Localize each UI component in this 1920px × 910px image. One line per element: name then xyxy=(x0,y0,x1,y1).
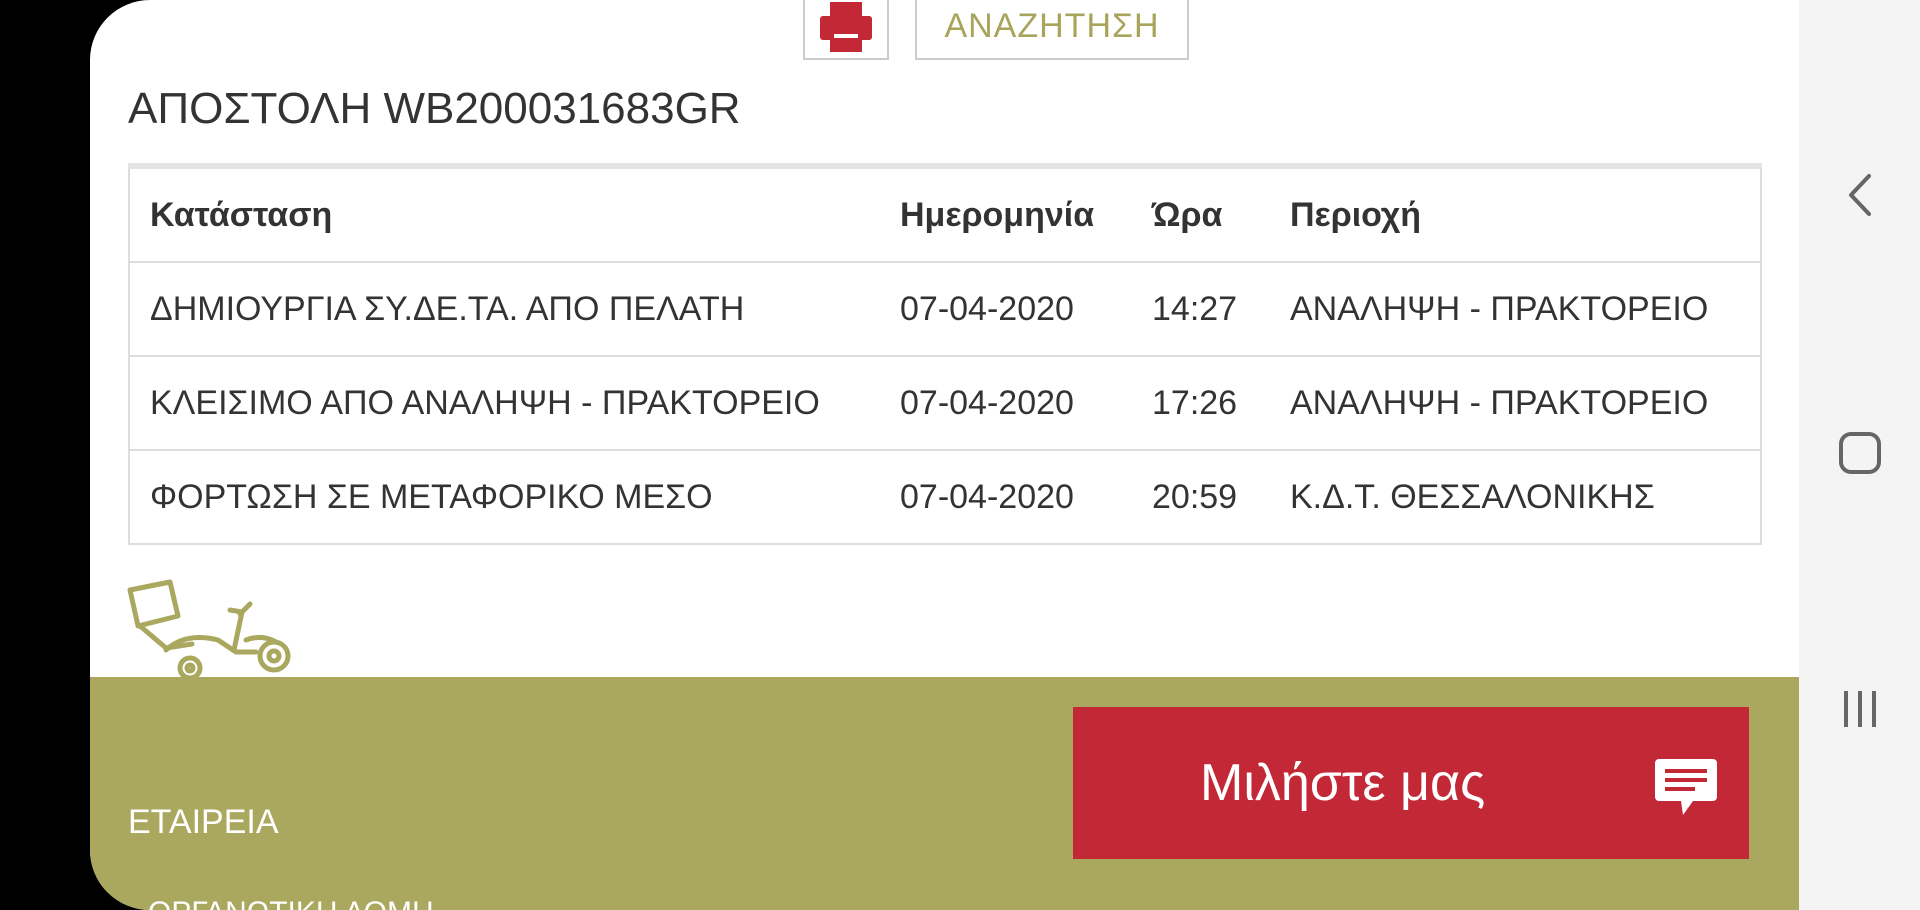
cell-area: ΑΝΑΛΗΨΗ - ΠΡΑΚΤΟΡΕΙΟ xyxy=(1270,262,1761,357)
recents-lines-icon xyxy=(1843,691,1876,727)
table-row: ΦΟΡΤΩΣΗ ΣΕ ΜΕΤΑΦΟΡΙΚΟ ΜΕΣΟ 07-04-2020 20… xyxy=(129,450,1761,545)
cell-status: ΦΟΡΤΩΣΗ ΣΕ ΜΕΤΑΦΟΡΙΚΟ ΜΕΣΟ xyxy=(129,450,880,545)
cell-time: 20:59 xyxy=(1132,450,1270,545)
cell-time: 14:27 xyxy=(1132,262,1270,357)
back-chevron-icon xyxy=(1848,174,1871,216)
search-button[interactable]: ΑΝΑΖΗΤΗΣΗ xyxy=(915,0,1189,60)
header-time: Ώρα xyxy=(1132,166,1270,263)
chat-icon xyxy=(1655,759,1717,815)
print-button[interactable] xyxy=(803,0,889,60)
footer-link-company[interactable]: ΕΤΑΙΡΕΙΑ xyxy=(128,803,279,842)
app-screen: ΑΝΑΖΗΤΗΣΗ ΑΠΟΣΤΟΛΗ WB200031683GR Κατάστα… xyxy=(90,0,1799,910)
shipment-title: ΑΠΟΣΤΟΛΗ WB200031683GR xyxy=(128,84,741,133)
table-header-row: Κατάσταση Ημερομηνία Ώρα Περιοχή xyxy=(129,166,1761,263)
nav-back-button[interactable] xyxy=(1799,170,1920,220)
cell-area: Κ.Δ.Τ. ΘΕΣΣΑΛΟΝΙΚΗΣ xyxy=(1270,450,1761,545)
header-area: Περιοχή xyxy=(1270,166,1761,263)
chat-label: Μιλήστε μας xyxy=(1200,754,1486,812)
system-nav-bar xyxy=(1799,0,1920,910)
tracking-table: Κατάσταση Ημερομηνία Ώρα Περιοχή ΔΗΜΙΟΥΡ… xyxy=(128,163,1762,545)
cell-status: ΚΛΕΙΣΙΜΟ ΑΠΟ ΑΝΑΛΗΨΗ - ΠΡΑΚΤΟΡΕΙΟ xyxy=(129,356,880,451)
cell-date: 07-04-2020 xyxy=(880,450,1132,545)
nav-home-button[interactable] xyxy=(1799,428,1920,478)
table-row: ΔΗΜΙΟΥΡΓΙΑ ΣΥ.ΔΕ.ΤΑ. ΑΠΟ ΠΕΛΑΤΗ 07-04-20… xyxy=(129,262,1761,357)
header-date: Ημερομηνία xyxy=(880,166,1132,263)
chat-button[interactable]: Μιλήστε μας xyxy=(1073,707,1749,859)
printer-icon xyxy=(820,2,872,52)
delivery-scooter-icon xyxy=(127,579,291,680)
cell-time: 17:26 xyxy=(1132,356,1270,451)
header-status: Κατάσταση xyxy=(129,166,880,263)
top-actions: ΑΝΑΖΗΤΗΣΗ xyxy=(803,0,1189,60)
cell-date: 07-04-2020 xyxy=(880,356,1132,451)
cell-status: ΔΗΜΙΟΥΡΓΙΑ ΣΥ.ΔΕ.ΤΑ. ΑΠΟ ΠΕΛΑΤΗ xyxy=(129,262,880,357)
cell-area: ΑΝΑΛΗΨΗ - ΠΡΑΚΤΟΡΕΙΟ xyxy=(1270,356,1761,451)
footer-link-structure[interactable]: ΟΡΓΑΝΩΤΙΚΗ ΔΟΜΗ xyxy=(148,896,434,910)
table-row: ΚΛΕΙΣΙΜΟ ΑΠΟ ΑΝΑΛΗΨΗ - ΠΡΑΚΤΟΡΕΙΟ 07-04-… xyxy=(129,356,1761,451)
nav-recents-button[interactable] xyxy=(1799,684,1920,734)
home-square-icon xyxy=(1838,432,1881,474)
cell-date: 07-04-2020 xyxy=(880,262,1132,357)
